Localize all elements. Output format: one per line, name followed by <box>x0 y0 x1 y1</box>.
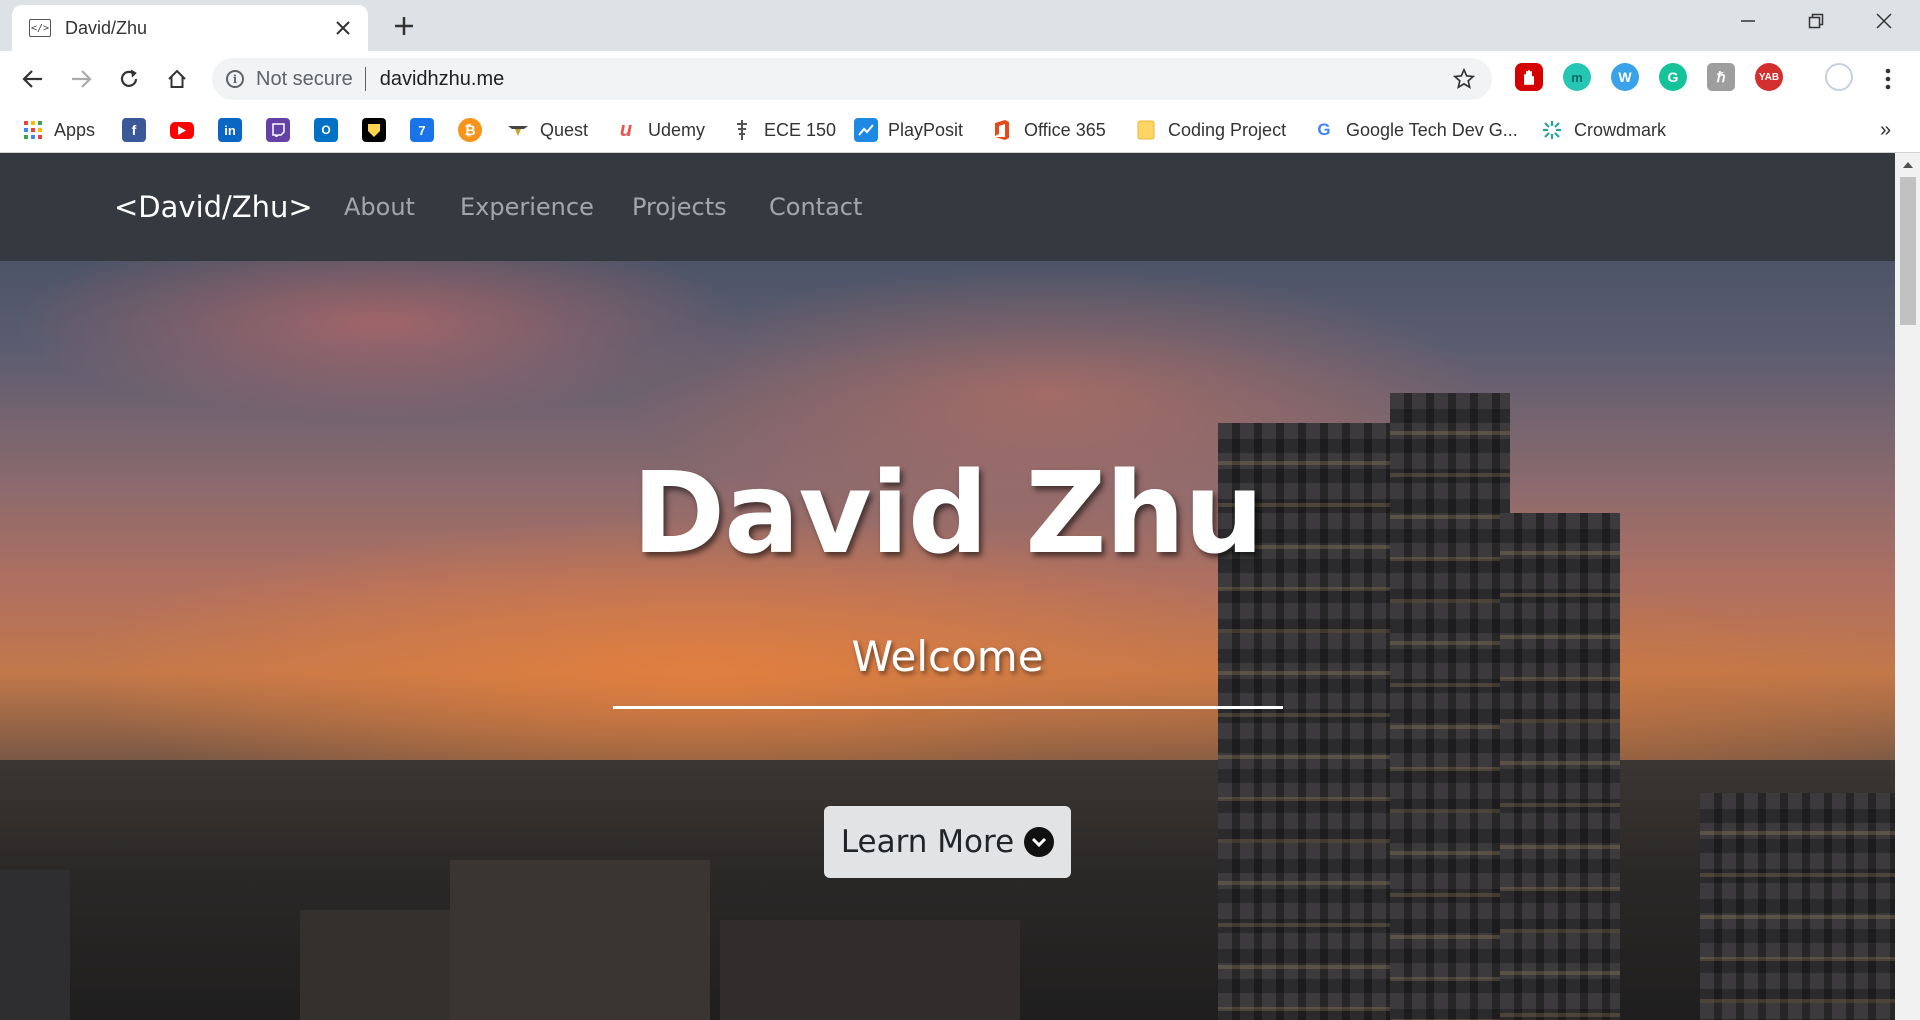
bookmark-calendar[interactable]: 7 <box>410 107 434 153</box>
tab-strip: </> David/Zhu <box>0 0 1920 51</box>
nav-link-projects[interactable]: Projects <box>632 153 727 261</box>
code-favicon-icon: </> <box>29 19 51 37</box>
tower-building <box>1500 513 1620 1020</box>
bookmark-ece150[interactable]: ECE 150 <box>730 107 836 153</box>
google-icon: G <box>1317 120 1331 139</box>
nav-link-experience[interactable]: Experience <box>460 153 594 261</box>
chevron-down-icon <box>1024 827 1055 857</box>
h-extension-icon[interactable]: ℏ <box>1707 63 1735 91</box>
bookmark-label: ECE 150 <box>764 119 837 140</box>
browser-tab[interactable]: </> David/Zhu <box>12 5 368 51</box>
outlook-icon: O <box>314 118 338 142</box>
nav-link-about[interactable]: About <box>344 153 415 261</box>
bookmark-label: Google Tech Dev G... <box>1346 119 1518 140</box>
bookmark-twitch[interactable] <box>266 107 290 153</box>
bookmark-label: Quest <box>540 119 589 140</box>
m-extension-icon[interactable]: m <box>1563 63 1591 91</box>
bitcoin-icon: ₿ <box>458 118 482 142</box>
adblock-icon[interactable] <box>1515 63 1543 91</box>
security-label: Not secure <box>256 67 353 90</box>
bookmark-coding-project[interactable]: Coding Project <box>1134 107 1286 153</box>
browser-toolbar: i Not secure davidhzhu.me m W G ℏ YAB <box>0 51 1920 107</box>
window-close-icon[interactable] <box>1856 0 1912 42</box>
bookmarks-overflow-icon[interactable]: » <box>1880 107 1891 153</box>
youtube-icon <box>170 121 194 139</box>
bookmark-udemy[interactable]: u Udemy <box>614 107 705 153</box>
bookmarks-bar: Apps f in O 7 ₿ Quest u Udemy ECE 150 Pl… <box>0 107 1920 153</box>
bookmark-playposit[interactable]: PlayPosit <box>854 107 963 153</box>
learn-more-button[interactable]: Learn More <box>824 806 1071 878</box>
scroll-up-icon[interactable] <box>1895 153 1920 175</box>
folder-icon <box>1134 118 1158 142</box>
facebook-icon: f <box>122 118 146 142</box>
bookmark-label: PlayPosit <box>888 119 964 140</box>
waterloo-icon <box>362 118 386 142</box>
menu-dots-icon[interactable] <box>1870 61 1906 97</box>
bookmark-label: Apps <box>54 119 96 140</box>
home-icon[interactable] <box>159 61 195 97</box>
w-extension-icon[interactable]: W <box>1611 63 1639 91</box>
scroll-thumb[interactable] <box>1900 177 1916 325</box>
bookmark-label: Crowdmark <box>1574 119 1667 140</box>
tower-building <box>1700 793 1895 1020</box>
bookmark-label: Udemy <box>648 119 706 140</box>
forward-arrow-icon[interactable] <box>63 61 99 97</box>
back-arrow-icon[interactable] <box>15 61 51 97</box>
close-tab-icon[interactable] <box>328 13 358 43</box>
office-icon <box>990 118 1014 142</box>
webpage: <David/Zhu> About Experience Projects Co… <box>0 153 1895 1020</box>
learn-more-label: Learn More <box>840 824 1015 860</box>
hero-title: David Zhu <box>632 449 1264 579</box>
apps-grid-icon <box>22 119 44 141</box>
nav-link-contact[interactable]: Contact <box>769 153 862 261</box>
yab-extension-icon[interactable]: YAB <box>1755 63 1783 91</box>
building <box>0 870 70 1020</box>
bookmark-label: Coding Project <box>1168 119 1287 140</box>
grammarly-icon[interactable]: G <box>1659 63 1687 91</box>
site-navbar: <David/Zhu> About Experience Projects Co… <box>0 153 1895 261</box>
twitch-icon <box>266 118 290 142</box>
bookmark-facebook[interactable]: f <box>122 107 146 153</box>
hero-background <box>0 153 1895 1020</box>
url-text[interactable]: davidhzhu.me <box>380 68 1452 91</box>
separator <box>364 67 366 91</box>
bookmark-crowdmark[interactable]: Crowdmark <box>1540 107 1666 153</box>
info-icon[interactable]: i <box>226 70 244 88</box>
page-scrollbar[interactable] <box>1895 153 1920 1020</box>
bookmark-waterloo[interactable] <box>362 107 386 153</box>
bookmark-bitcoin[interactable]: ₿ <box>458 107 482 153</box>
bookmark-apps[interactable]: Apps <box>22 107 95 153</box>
linkedin-icon: in <box>218 118 242 142</box>
crowdmark-icon <box>1540 118 1564 142</box>
minimize-icon[interactable] <box>1720 0 1776 42</box>
tab-title: David/Zhu <box>65 17 148 38</box>
restore-icon[interactable] <box>1788 0 1844 42</box>
ece-icon <box>730 118 754 142</box>
udemy-icon: u <box>619 118 633 141</box>
bookmark-outlook[interactable]: O <box>314 107 338 153</box>
bookmark-quest[interactable]: Quest <box>506 107 588 153</box>
building <box>720 920 1020 1020</box>
profile-icon[interactable] <box>1825 63 1853 91</box>
reload-icon[interactable] <box>111 61 147 97</box>
hero-divider <box>613 706 1283 709</box>
building <box>450 860 710 1020</box>
bookmark-label: Office 365 <box>1024 119 1106 140</box>
new-tab-icon[interactable] <box>388 10 420 42</box>
site-brand[interactable]: <David/Zhu> <box>114 153 313 261</box>
address-bar[interactable]: i Not secure davidhzhu.me <box>212 58 1492 100</box>
bookmark-youtube[interactable] <box>170 107 194 153</box>
bookmark-google-tech-dev[interactable]: G Google Tech Dev G... <box>1312 107 1518 153</box>
playposit-icon <box>854 118 878 142</box>
quest-icon <box>506 118 530 142</box>
bookmark-linkedin[interactable]: in <box>218 107 242 153</box>
bookmark-star-icon[interactable] <box>1452 67 1476 91</box>
bookmark-office365[interactable]: Office 365 <box>990 107 1106 153</box>
hero-subtitle: Welcome <box>851 632 1044 681</box>
calendar-icon: 7 <box>410 118 434 142</box>
